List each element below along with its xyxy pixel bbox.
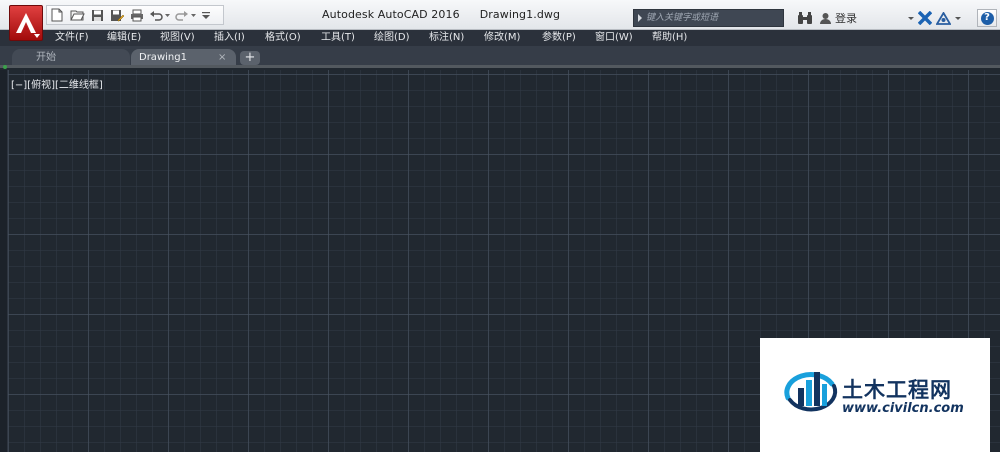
menu-window[interactable]: 窗口(W) bbox=[595, 31, 633, 45]
menu-bar: 文件(F) 编辑(E) 视图(V) 插入(I) 格式(O) 工具(T) 绘图(D… bbox=[0, 30, 1000, 46]
tab-divider bbox=[0, 65, 1000, 68]
save-icon[interactable] bbox=[87, 6, 107, 24]
redo-icon[interactable] bbox=[173, 6, 199, 24]
tab-drawing1-label: Drawing1 bbox=[139, 52, 187, 63]
menu-parametric[interactable]: 参数(P) bbox=[542, 31, 576, 45]
search-expand-icon[interactable] bbox=[638, 14, 642, 22]
status-dot bbox=[3, 65, 7, 69]
undo-icon[interactable] bbox=[147, 6, 173, 24]
search-box[interactable] bbox=[633, 9, 784, 27]
title-bar: Autodesk AutoCAD 2016 Drawing1.dwg 登录 ? bbox=[0, 0, 1000, 30]
close-tab-icon[interactable]: × bbox=[218, 49, 226, 66]
menu-dimension[interactable]: 标注(N) bbox=[429, 31, 464, 45]
user-icon bbox=[820, 12, 831, 24]
tab-start-label: 开始 bbox=[36, 52, 56, 63]
menu-tools[interactable]: 工具(T) bbox=[321, 31, 355, 45]
menu-insert[interactable]: 插入(I) bbox=[214, 31, 245, 45]
open-icon[interactable] bbox=[67, 6, 87, 24]
tab-start[interactable]: 开始 bbox=[12, 49, 130, 66]
print-icon[interactable] bbox=[127, 6, 147, 24]
menu-edit[interactable]: 编辑(E) bbox=[107, 31, 141, 45]
watermark-url: www.civilcn.com bbox=[842, 401, 964, 416]
civilcn-logo-icon bbox=[784, 372, 838, 412]
dropdown-arrow-icon[interactable] bbox=[955, 16, 961, 20]
help-icon: ? bbox=[980, 11, 994, 25]
login-button[interactable]: 登录 bbox=[819, 9, 857, 27]
menu-help[interactable]: 帮助(H) bbox=[652, 31, 687, 45]
save-as-icon[interactable] bbox=[107, 6, 127, 24]
watermark: 土木工程网 www.civilcn.com bbox=[760, 338, 990, 452]
exchange-apps[interactable] bbox=[908, 9, 961, 27]
app-menu-dropdown-icon bbox=[34, 34, 40, 38]
document-name: Drawing1.dwg bbox=[479, 8, 561, 21]
app-name: Autodesk AutoCAD 2016 bbox=[322, 8, 460, 21]
menu-view[interactable]: 视图(V) bbox=[160, 31, 195, 45]
file-tab-bar: 开始 Drawing1 × + bbox=[0, 46, 1000, 68]
new-icon[interactable] bbox=[47, 6, 67, 24]
help-button[interactable]: ? bbox=[977, 9, 997, 27]
menu-modify[interactable]: 修改(M) bbox=[484, 31, 520, 45]
login-label: 登录 bbox=[835, 12, 857, 25]
quick-access-toolbar bbox=[46, 5, 224, 25]
a360-icon[interactable] bbox=[936, 11, 951, 25]
viewport-controls[interactable]: [−][俯视][二维线框] bbox=[11, 76, 103, 91]
dropdown-arrow-icon[interactable] bbox=[908, 16, 914, 20]
watermark-name: 土木工程网 bbox=[842, 378, 952, 402]
customize-icon[interactable] bbox=[199, 6, 213, 24]
canvas-left-edge bbox=[0, 70, 8, 452]
acad-app-icon bbox=[16, 13, 36, 33]
tab-drawing1[interactable]: Drawing1 × bbox=[131, 49, 236, 66]
new-tab-button[interactable]: + bbox=[240, 51, 260, 65]
menu-file[interactable]: 文件(F) bbox=[55, 31, 89, 45]
search-input[interactable] bbox=[646, 10, 780, 26]
application-menu-button[interactable] bbox=[9, 5, 43, 41]
menu-format[interactable]: 格式(O) bbox=[265, 31, 301, 45]
exchange-icon[interactable] bbox=[918, 11, 932, 25]
window-title: Autodesk AutoCAD 2016 Drawing1.dwg bbox=[322, 8, 560, 21]
binoculars-icon[interactable] bbox=[797, 9, 813, 27]
menu-draw[interactable]: 绘图(D) bbox=[374, 31, 410, 45]
